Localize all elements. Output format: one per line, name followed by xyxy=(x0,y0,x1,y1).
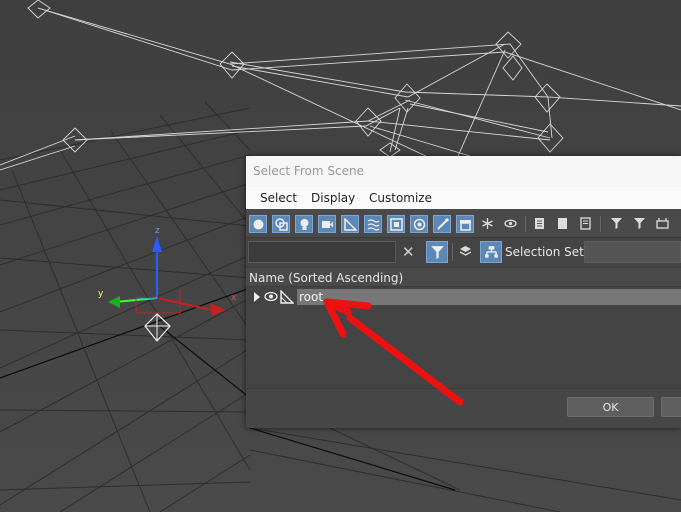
menu-customize[interactable]: Customize xyxy=(369,187,432,209)
gizmo-z-label: z xyxy=(155,226,160,236)
menu-bar: Select Display Customize xyxy=(246,187,681,209)
frozen-filter-icon[interactable] xyxy=(479,215,497,233)
scene-tree: root xyxy=(246,287,681,388)
search-input[interactable] xyxy=(248,241,396,263)
dialog-title-bar[interactable]: Select From Scene xyxy=(246,156,681,187)
ok-button[interactable]: OK xyxy=(567,397,654,417)
name-column-header[interactable]: Name (Sorted Ascending) xyxy=(246,267,681,287)
shapes-filter-icon[interactable] xyxy=(272,215,290,233)
clear-search-icon[interactable]: ✕ xyxy=(402,243,416,261)
layers-icon[interactable] xyxy=(456,242,476,262)
find-selected-icon[interactable] xyxy=(608,215,626,233)
helpers-filter-icon[interactable] xyxy=(341,215,359,233)
spacewarps-filter-icon[interactable] xyxy=(364,215,382,233)
xrefs-filter-icon[interactable] xyxy=(410,215,428,233)
tree-item-label: root xyxy=(299,290,324,304)
filter-bar: ✕ Selection Set: xyxy=(246,239,681,265)
menu-display[interactable]: Display xyxy=(311,187,355,209)
filter-toolbar xyxy=(246,209,681,238)
expand-arrow-icon[interactable] xyxy=(253,292,261,302)
display-none-icon[interactable] xyxy=(554,215,572,233)
dock-icon[interactable] xyxy=(654,215,672,233)
visibility-eye-icon[interactable] xyxy=(264,291,278,302)
gizmo-y-label: y xyxy=(98,289,104,299)
geometry-filter-icon[interactable] xyxy=(249,215,267,233)
name-column-header-label: Name (Sorted Ascending) xyxy=(249,271,404,285)
toolbar-separator xyxy=(600,216,601,232)
filter-toggle-icon[interactable] xyxy=(426,241,448,263)
containers-filter-icon[interactable] xyxy=(456,215,474,233)
select-from-scene-dialog: Select From Scene Select Display Customi… xyxy=(246,156,681,428)
selection-set-label: Selection Set: xyxy=(505,245,588,259)
lights-filter-icon[interactable] xyxy=(295,215,313,233)
filter-funnel-icon[interactable] xyxy=(631,215,649,233)
bone-object-icon xyxy=(280,290,294,304)
gizmo-x-label: x xyxy=(231,293,237,303)
dialog-footer: OK xyxy=(246,388,681,428)
tree-row[interactable]: root xyxy=(246,289,681,305)
bones-filter-icon[interactable] xyxy=(433,215,451,233)
dialog-title: Select From Scene xyxy=(253,164,364,178)
hidden-filter-icon[interactable] xyxy=(502,215,520,233)
toolbar-separator xyxy=(525,216,526,232)
cameras-filter-icon[interactable] xyxy=(318,215,336,233)
display-all-icon[interactable] xyxy=(531,215,549,233)
hierarchy-icon[interactable] xyxy=(480,241,502,263)
groups-filter-icon[interactable] xyxy=(387,215,405,233)
cancel-button[interactable] xyxy=(661,397,681,417)
menu-select[interactable]: Select xyxy=(260,187,297,209)
selection-set-dropdown[interactable] xyxy=(584,241,681,263)
toolbar-separator xyxy=(452,243,453,261)
invert-display-icon[interactable] xyxy=(577,215,595,233)
tree-item-selection[interactable] xyxy=(297,289,681,305)
